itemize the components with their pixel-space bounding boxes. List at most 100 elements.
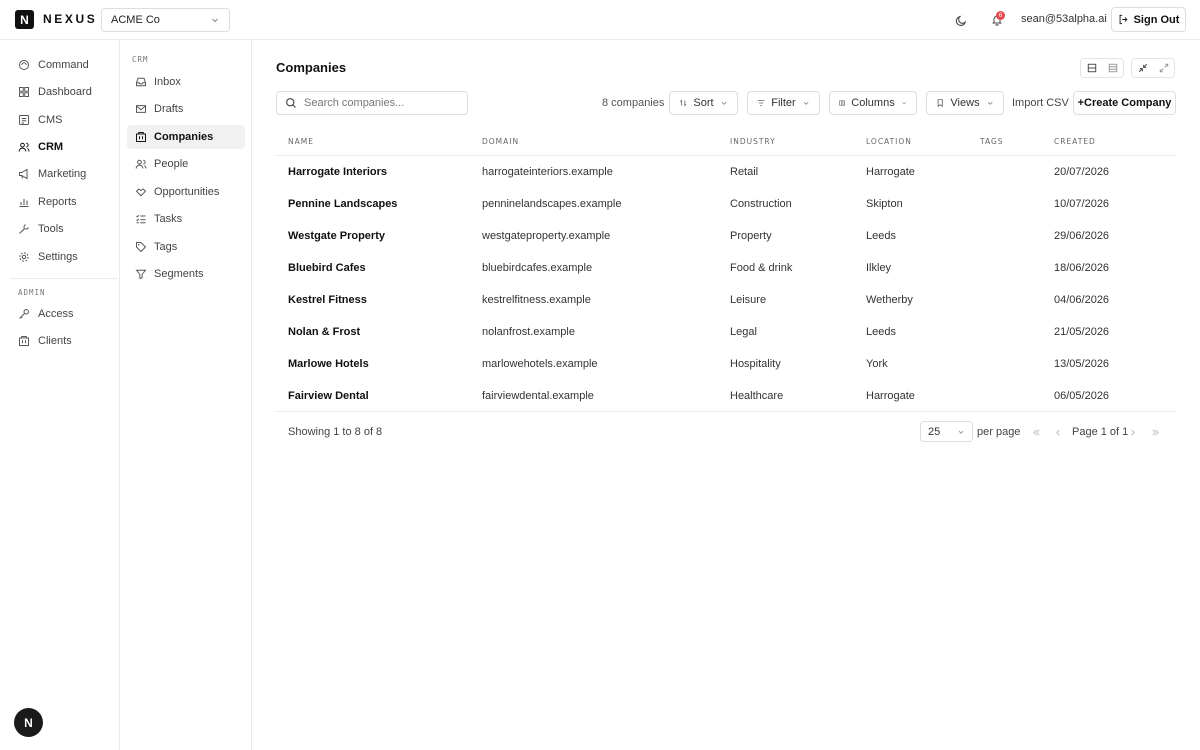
prev-page-icon[interactable] <box>1051 425 1065 439</box>
sidebar-item-dashboard[interactable]: Dashboard <box>10 80 118 104</box>
cell-location: Leeds <box>866 230 896 242</box>
cell-domain: fairviewdental.example <box>482 390 594 402</box>
column-header-name[interactable]: NAME <box>288 137 314 146</box>
subnav-item-people[interactable]: People <box>127 152 245 176</box>
table-row[interactable]: Bluebird Cafes bluebirdcafes.example Food … <box>276 252 1176 284</box>
views-button[interactable]: Views <box>926 91 1004 115</box>
sidebar-item-marketing[interactable]: Marketing <box>10 162 118 186</box>
density-toggle <box>1080 58 1124 78</box>
cell-domain: westgateproperty.example <box>482 230 611 242</box>
sign-out-button[interactable]: Sign Out <box>1111 7 1186 32</box>
expand-icon[interactable] <box>1153 59 1174 77</box>
subnav-item-label: Opportunities <box>154 186 220 198</box>
mail-icon <box>136 105 146 113</box>
subnav-item-label: Companies <box>154 131 214 143</box>
list-icon <box>136 214 146 224</box>
column-header-industry[interactable]: INDUSTRY <box>730 137 776 146</box>
subnav-item-drafts[interactable]: Drafts <box>127 97 245 121</box>
sidebar-item-label: CMS <box>38 114 63 126</box>
cell-domain: kestrelfitness.example <box>482 294 591 306</box>
subnav-item-label: Tasks <box>154 213 183 225</box>
table-row[interactable]: Westgate Property westgateproperty.exampl… <box>276 220 1176 252</box>
subnav-item-opportunities[interactable]: Opportunities <box>127 180 245 204</box>
table-row[interactable]: Marlowe Hotels marlowehotels.example Hospi… <box>276 348 1176 380</box>
cell-created: 04/06/2026 <box>1054 294 1110 306</box>
table-footer-divider <box>276 411 1176 412</box>
collapse-icon[interactable] <box>1132 59 1153 77</box>
page-indicator: Page 1 of 1 <box>1072 426 1129 438</box>
table-row[interactable]: Harrogate Interiors harrogateinteriors.ex… <box>276 156 1176 188</box>
sidebar-item-label: Settings <box>38 251 78 263</box>
sidebar-item-label: Dashboard <box>38 86 92 98</box>
sidebar-item-label: Marketing <box>38 168 87 180</box>
last-page-icon[interactable] <box>1148 425 1162 439</box>
table-row[interactable]: Nolan & Frost nolanfrost.example Legal Leed… <box>276 316 1176 348</box>
user-email[interactable]: sean@53alpha.ai <box>1021 13 1107 25</box>
logo-mark[interactable]: N <box>15 10 34 29</box>
cell-name: Pennine Landscapes <box>288 198 398 210</box>
app-name: NEXUS <box>43 12 98 26</box>
subnav-item-tags[interactable]: Tags <box>127 235 245 259</box>
sidebar-item-settings[interactable]: Settings <box>10 245 118 269</box>
sidebar-item-cms[interactable]: CMS <box>10 108 118 132</box>
sidebar-item-tools[interactable]: Tools <box>10 217 118 241</box>
import-csv-button[interactable]: Import CSV <box>1012 97 1069 109</box>
logout-icon <box>1119 14 1128 25</box>
cell-location: Harrogate <box>866 390 915 402</box>
sort-icon <box>679 99 687 107</box>
columns-button[interactable]: Columns <box>829 91 917 115</box>
subnav-item-companies[interactable]: Companies <box>127 125 245 149</box>
top-bar: N NEXUS ACME Co 6 sean@53alpha.ai Sign O… <box>0 0 1200 40</box>
sidebar-item-access[interactable]: Access <box>10 302 118 326</box>
filter-button[interactable]: Filter <box>747 91 820 115</box>
filter-icon <box>757 100 765 106</box>
sidebar-item-label: Access <box>38 308 74 320</box>
sidebar-item-reports[interactable]: Reports <box>10 190 118 214</box>
sign-out-label: Sign Out <box>1133 13 1180 26</box>
column-header-tags[interactable]: TAGS <box>980 137 1004 146</box>
cell-domain: nolanfrost.example <box>482 326 575 338</box>
org-select[interactable]: ACME Co <box>101 8 230 32</box>
showing-summary: Showing 1 to 8 of 8 <box>288 426 383 438</box>
filter-label: Filter <box>771 97 796 109</box>
compact-view-icon[interactable] <box>1081 59 1102 77</box>
cell-location: Skipton <box>866 198 903 210</box>
sidebar-item-clients[interactable]: Clients <box>10 329 118 353</box>
sidebar-item-crm[interactable]: CRM <box>10 135 118 159</box>
search-input[interactable] <box>304 97 454 109</box>
next-page-icon[interactable] <box>1125 425 1139 439</box>
table-row[interactable]: Pennine Landscapes penninelandscapes.exam… <box>276 188 1176 220</box>
table-row[interactable]: Fairview Dental fairviewdental.example Hea… <box>276 380 1176 412</box>
column-header-location[interactable]: LOCATION <box>866 137 912 146</box>
cell-name: Kestrel Fitness <box>288 294 367 306</box>
dashboard-icon <box>19 87 29 97</box>
handshake-icon <box>135 188 147 197</box>
building-icon <box>19 336 29 346</box>
cell-name: Harrogate Interiors <box>288 166 388 178</box>
cell-industry: Legal <box>730 326 757 338</box>
avatar[interactable]: N <box>14 708 43 737</box>
cell-location: Wetherby <box>866 294 913 306</box>
cell-created: 13/05/2026 <box>1054 358 1110 370</box>
subnav-item-segments[interactable]: Segments <box>127 262 245 286</box>
sort-button[interactable]: Sort <box>669 91 738 115</box>
cell-created: 06/05/2026 <box>1054 390 1110 402</box>
table-row[interactable]: Kestrel Fitness kestrelfitness.example Lei… <box>276 284 1176 316</box>
table-view-icon[interactable] <box>1102 59 1123 77</box>
column-header-created[interactable]: CREATED <box>1054 137 1096 146</box>
moon-icon[interactable] <box>953 12 969 28</box>
subnav-item-tasks[interactable]: Tasks <box>127 207 245 231</box>
chevron-down-icon <box>987 101 993 105</box>
create-company-button[interactable]: +Create Company <box>1073 91 1176 115</box>
subnav-item-inbox[interactable]: Inbox <box>127 70 245 94</box>
sidebar-item-command[interactable]: Command <box>10 53 118 77</box>
fullscreen-toggle <box>1131 58 1175 78</box>
first-page-icon[interactable] <box>1029 425 1043 439</box>
sidebar-divider <box>10 278 118 279</box>
subnav-item-label: Inbox <box>154 76 181 88</box>
sidebar-item-label: CRM <box>38 141 64 153</box>
column-header-domain[interactable]: DOMAIN <box>482 137 519 146</box>
cell-domain: marlowehotels.example <box>482 358 598 370</box>
cell-created: 21/05/2026 <box>1054 326 1110 338</box>
per-page-select[interactable]: 25 <box>920 421 973 442</box>
